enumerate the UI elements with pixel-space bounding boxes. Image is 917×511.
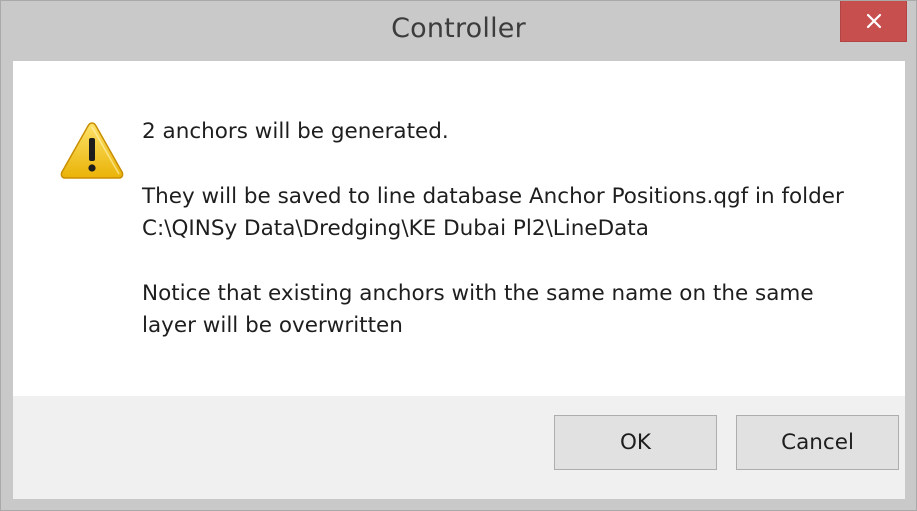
- close-button[interactable]: [840, 1, 907, 42]
- message-line-count: 2 anchors will be generated.: [142, 119, 449, 144]
- window-title: Controller: [391, 13, 526, 44]
- warning-icon: [60, 122, 124, 179]
- button-bar: OK Cancel: [13, 396, 905, 499]
- message-line-overwrite: layer will be overwritten: [142, 313, 403, 338]
- message-dialog: Controller 2 anchors will be generated. …: [0, 0, 917, 511]
- dialog-content: 2 anchors will be generated. They will b…: [13, 61, 905, 396]
- ok-button[interactable]: OK: [554, 415, 717, 470]
- title-bar[interactable]: Controller: [1, 1, 916, 61]
- close-icon: [866, 13, 882, 29]
- message-line-folder: C:\QINSy Data\Dredging\KE Dubai Pl2\Line…: [142, 216, 649, 241]
- cancel-button[interactable]: Cancel: [736, 415, 899, 470]
- message-line-notice: Notice that existing anchors with the sa…: [142, 281, 814, 306]
- message-line-database: They will be saved to line database Anch…: [142, 184, 844, 209]
